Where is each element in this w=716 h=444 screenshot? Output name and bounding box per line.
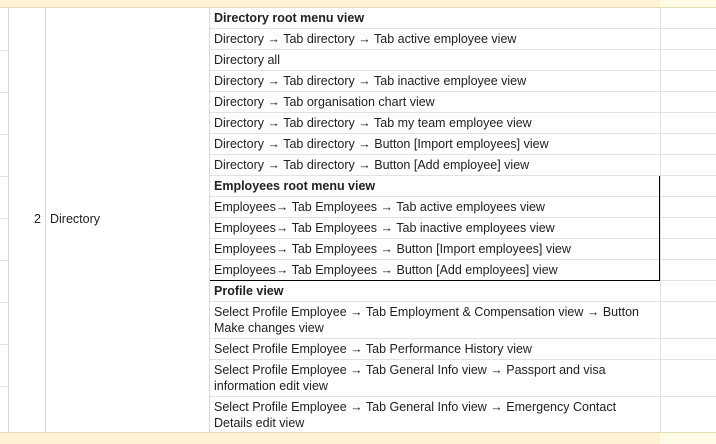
cell-profile-performance[interactable]: Select Profile Employee → Tab Performanc…: [210, 339, 660, 360]
cell-directory-active[interactable]: Directory → Tab directory → Tab active e…: [210, 29, 660, 50]
cell-employees-add[interactable]: Employees→ Tab Employees → Button [Add e…: [210, 260, 660, 281]
cell-directory-root[interactable]: Directory root menu view: [210, 8, 660, 29]
row-gutter: [0, 8, 9, 432]
view-list: Directory root menu view Directory → Tab…: [210, 8, 660, 434]
cell-employees-root[interactable]: Employees root menu view: [210, 176, 660, 197]
cell-profile-passport[interactable]: Select Profile Employee → Tab General In…: [210, 360, 660, 397]
cell-directory-my-team[interactable]: Directory → Tab directory → Tab my team …: [210, 113, 660, 134]
row-number: 2: [34, 212, 41, 226]
header-row-band: [0, 0, 716, 8]
cell-profile-emergency[interactable]: Select Profile Employee → Tab General In…: [210, 397, 660, 434]
row-number-cell[interactable]: 2: [9, 8, 46, 432]
cell-directory-import[interactable]: Directory → Tab directory → Button [Impo…: [210, 134, 660, 155]
cell-directory-all[interactable]: Directory all: [210, 50, 660, 71]
section-name-cell[interactable]: Directory: [46, 8, 210, 432]
cell-directory-add[interactable]: Directory → Tab directory → Button [Add …: [210, 155, 660, 176]
cell-directory-inactive[interactable]: Directory → Tab directory → Tab inactive…: [210, 71, 660, 92]
cell-employees-inactive[interactable]: Employees→ Tab Employees → Tab inactive …: [210, 218, 660, 239]
cell-profile-root[interactable]: Profile view: [210, 281, 660, 302]
cell-employees-active[interactable]: Employees→ Tab Employees → Tab active em…: [210, 197, 660, 218]
section-name: Directory: [50, 212, 101, 226]
cell-directory-org-chart[interactable]: Directory → Tab organisation chart view: [210, 92, 660, 113]
cell-profile-employment[interactable]: Select Profile Employee → Tab Employment…: [210, 302, 660, 339]
next-row-band: [0, 432, 716, 444]
empty-column: [661, 8, 716, 432]
cell-employees-import[interactable]: Employees→ Tab Employees → Button [Impor…: [210, 239, 660, 260]
